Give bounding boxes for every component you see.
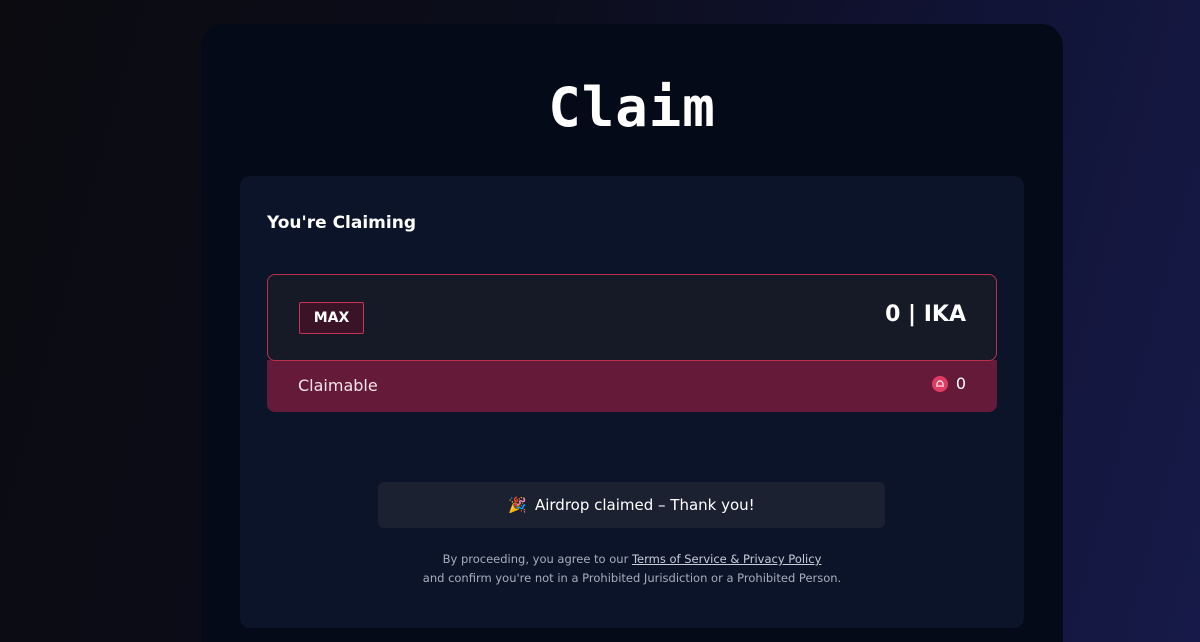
card-heading: You're Claiming — [267, 213, 416, 233]
page: Claim You're Claiming MAX 0 | IKA Claima… — [0, 0, 1200, 642]
status-label: Airdrop claimed – Thank you! — [534, 496, 755, 514]
legal-line-1: By proceeding, you agree to our Terms of… — [240, 550, 1024, 569]
amount-input-box[interactable]: MAX 0 | IKA — [267, 274, 997, 361]
legal-prefix: By proceeding, you agree to our — [442, 552, 632, 566]
terms-privacy-link[interactable]: Terms of Service & Privacy Policy — [632, 552, 821, 566]
claimable-amount: 0 — [931, 374, 966, 393]
ika-token-icon — [931, 375, 948, 392]
claim-card: You're Claiming MAX 0 | IKA Claimable 0 — [240, 176, 1024, 628]
party-popper-icon: 🎉 — [508, 496, 527, 514]
legal-line-2: and confirm you're not in a Prohibited J… — [422, 571, 842, 585]
legal-notice: By proceeding, you agree to our Terms of… — [240, 550, 1024, 588]
claim-panel: Claim You're Claiming MAX 0 | IKA Claima… — [201, 24, 1063, 642]
max-button[interactable]: MAX — [299, 302, 364, 334]
claimable-row: Claimable 0 — [267, 360, 997, 412]
airdrop-claimed-button[interactable]: 🎉 Airdrop claimed – Thank you! — [378, 482, 885, 528]
claimable-value: 0 — [955, 374, 966, 393]
claimable-label: Claimable — [298, 376, 378, 395]
page-title: Claim — [548, 76, 716, 139]
claim-amount: 0 | IKA — [885, 302, 966, 327]
